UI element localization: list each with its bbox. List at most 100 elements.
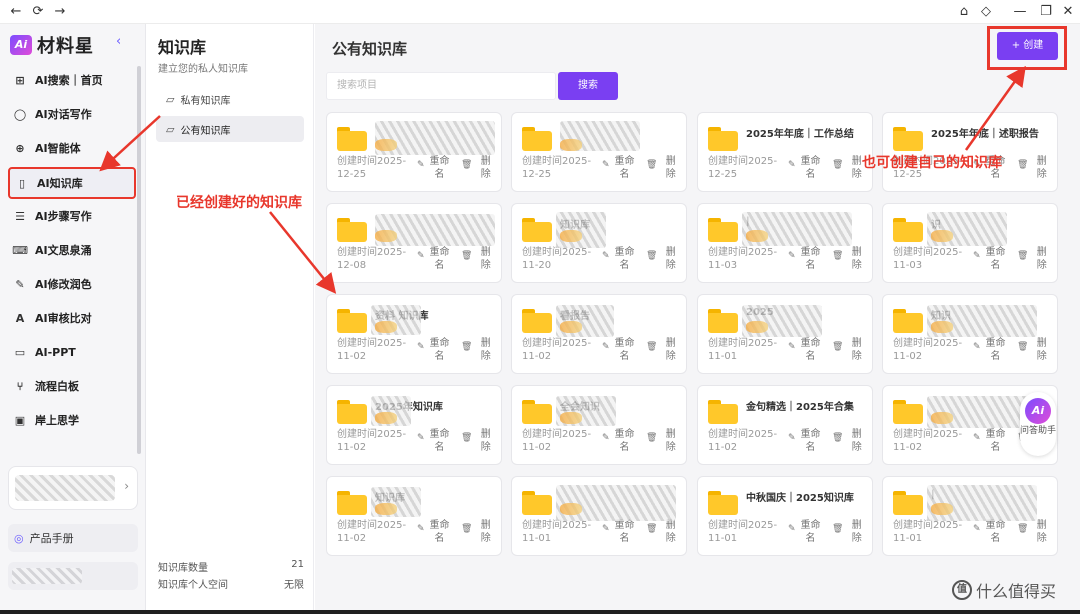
- delete-button[interactable]: 🗑删除: [461, 155, 495, 181]
- delete-button[interactable]: 🗑删除: [461, 337, 495, 363]
- rename-button[interactable]: ✎ 重命名: [973, 246, 1015, 272]
- delete-button[interactable]: 🗑删除: [832, 337, 866, 363]
- rename-button[interactable]: ✎ 重命名: [602, 428, 644, 454]
- delete-button[interactable]: 🗑删除: [832, 519, 866, 545]
- kb-card[interactable]: 2025创建时间2025-11-01✎重命名🗑删除: [697, 294, 873, 374]
- kb-item-private[interactable]: ▱ 私有知识库: [156, 86, 304, 112]
- rename-button[interactable]: ✎ 重命名: [417, 519, 459, 545]
- product-manual-button[interactable]: ◎ 产品手册: [8, 524, 138, 552]
- kb-card[interactable]: 识创建时间2025-11-03✎重命名🗑删除: [882, 203, 1058, 283]
- rename-button[interactable]: ✎ 重命名: [973, 337, 1015, 363]
- kb-card[interactable]: 知识创建时间2025-11-02✎重命名🗑删除: [882, 294, 1058, 374]
- account-bar[interactable]: [8, 562, 138, 590]
- kb-card[interactable]: 2025年知识库创建时间2025-11-02✎重命名🗑删除: [326, 385, 502, 465]
- trash-icon: 🗑: [1017, 524, 1029, 534]
- user-card[interactable]: ›: [8, 466, 138, 510]
- search-input[interactable]: 搜索项目: [326, 72, 556, 100]
- rename-button[interactable]: ✎ 重命名: [788, 519, 830, 545]
- kb-card[interactable]: 创建时间2025-12-25 ✎ 重命名 🗑 删除: [511, 112, 687, 192]
- delete-button[interactable]: 🗑删除: [461, 246, 495, 272]
- close-icon[interactable]: ✕: [1058, 2, 1078, 22]
- delete-button[interactable]: 🗑删除: [646, 246, 680, 272]
- delete-button[interactable]: 🗑删除: [461, 519, 495, 545]
- kb-card[interactable]: 创建时间2025-11-01 ✎ 重命名 🗑 删除: [511, 476, 687, 556]
- rename-button[interactable]: ✎ 重命名: [788, 337, 830, 363]
- delete-button[interactable]: 🗑删除: [1017, 155, 1051, 181]
- qa-assistant-button[interactable]: Ai 问答助手: [1020, 392, 1056, 456]
- search-button[interactable]: 搜索: [558, 72, 618, 100]
- rename-button[interactable]: ✎ 重命名: [973, 519, 1015, 545]
- create-button[interactable]: + 创建: [997, 32, 1058, 60]
- delete-label: 删除: [665, 520, 676, 544]
- sidebar-item-ai-steps[interactable]: ☰ AI步骤写作: [8, 202, 136, 230]
- delete-button[interactable]: 🗑删除: [646, 155, 680, 181]
- sidebar-item-ai-polish[interactable]: ✎ AI修改润色: [8, 270, 136, 298]
- back-icon[interactable]: ←: [6, 2, 26, 22]
- rename-button[interactable]: ✎ 重命名: [602, 519, 644, 545]
- sidebar-item-ai-ppt[interactable]: ▭ AI-PPT: [8, 338, 136, 366]
- delete-button[interactable]: 🗑删除: [832, 246, 866, 272]
- redacted-smudge: [375, 321, 397, 333]
- sidebar-item-flow-board[interactable]: ⑂ 流程白板: [8, 372, 136, 400]
- forward-icon[interactable]: →: [50, 2, 70, 22]
- watermark: 值什么值得买: [952, 578, 1056, 602]
- collapse-icon[interactable]: ‹: [116, 34, 121, 49]
- kb-card[interactable]: 看报告创建时间2025-11-02✎重命名🗑删除: [511, 294, 687, 374]
- rename-button[interactable]: ✎ 重命名: [973, 428, 1015, 454]
- delete-button[interactable]: 🗑删除: [1017, 246, 1051, 272]
- rename-button[interactable]: ✎ 重命名: [602, 337, 644, 363]
- kb-card-title: 2025年年底｜述职报告: [931, 129, 1039, 140]
- delete-button[interactable]: 🗑删除: [1017, 519, 1051, 545]
- rename-button[interactable]: ✎ 重命名: [417, 246, 459, 272]
- kb-card[interactable]: 知识库创建时间2025-11-20✎重命名🗑删除: [511, 203, 687, 283]
- rename-button[interactable]: ✎ 重命名: [417, 155, 459, 181]
- kb-card[interactable]: 2025年年底｜工作总结 创建时间2025-12-25 ✎ 重命名 🗑 删除: [697, 112, 873, 192]
- rename-button[interactable]: ✎ 重命名: [602, 246, 644, 272]
- pin-icon[interactable]: ◇: [976, 2, 996, 22]
- delete-button[interactable]: 🗑删除: [646, 519, 680, 545]
- rename-button[interactable]: ✎ 重命名: [788, 246, 830, 272]
- delete-button[interactable]: 🗑删除: [832, 428, 866, 454]
- sidebar-item-ai-inspire[interactable]: ⌨ AI文思泉涌: [8, 236, 136, 264]
- kb-card[interactable]: |创建时间2025-11-03✎重命名🗑删除: [697, 203, 873, 283]
- maximize-icon[interactable]: ❐: [1036, 2, 1056, 22]
- delete-button[interactable]: 🗑删除: [646, 337, 680, 363]
- video-icon: ▣: [14, 413, 26, 427]
- refresh-icon[interactable]: ⟳: [28, 2, 48, 22]
- edit-icon: ✎: [788, 524, 796, 534]
- kb-card[interactable]: 知识库创建时间2025-11-02✎重命名🗑删除: [326, 476, 502, 556]
- kb-card[interactable]: 全会知识创建时间2025-11-02✎重命名🗑删除: [511, 385, 687, 465]
- sidebar-item-ai-agent[interactable]: ⊕ AI智能体: [8, 134, 136, 162]
- logo[interactable]: Ai 材料星: [10, 34, 94, 57]
- kb-item-public[interactable]: ▱ 公有知识库: [156, 116, 304, 142]
- kb-card[interactable]: 金句精选｜2025年合集 创建时间2025-11-02 ✎ 重命名 🗑 删除: [697, 385, 873, 465]
- kb-card[interactable]: 中秋国庆｜2025知识库 创建时间2025-11-01 ✎ 重命名 🗑 删除: [697, 476, 873, 556]
- sidebar-item-ai-review[interactable]: A AI审核比对: [8, 304, 136, 332]
- rename-button[interactable]: ✎ 重命名: [417, 428, 459, 454]
- rename-button[interactable]: ✎ 重命名: [788, 155, 830, 181]
- sidebar-scrollbar[interactable]: [137, 66, 141, 454]
- redacted-smudge: [375, 503, 397, 515]
- delete-button[interactable]: 🗑删除: [832, 155, 866, 181]
- sidebar-item-ai-knowledge[interactable]: ▯ AI知识库: [8, 167, 136, 199]
- delete-button[interactable]: 🗑删除: [461, 428, 495, 454]
- kb-card[interactable]: 创建时间2025-12-08 ✎ 重命名 🗑 删除: [326, 203, 502, 283]
- folder-icon: [522, 127, 552, 151]
- rename-button[interactable]: ✎ 重命名: [788, 428, 830, 454]
- kb-card[interactable]: 资料 知识库创建时间2025-11-02✎重命名🗑删除: [326, 294, 502, 374]
- kb-card[interactable]: 创建时间2025-12-25 ✎ 重命名 🗑 删除: [326, 112, 502, 192]
- delete-button[interactable]: 🗑删除: [646, 428, 680, 454]
- rename-button[interactable]: ✎ 重命名: [602, 155, 644, 181]
- kb-card[interactable]: |创建时间2025-11-01✎重命名🗑删除: [882, 476, 1058, 556]
- sidebar-item-ai-search[interactable]: ⊞ AI搜索｜首页: [8, 66, 136, 94]
- sidebar-item-shore-study[interactable]: ▣ 岸上思学: [8, 406, 136, 434]
- sidebar-item-ai-chat[interactable]: ◯ AI对话写作: [8, 100, 136, 128]
- rename-button[interactable]: ✎ 重命名: [417, 337, 459, 363]
- folder-icon: [893, 127, 923, 151]
- delete-button[interactable]: 🗑删除: [1017, 337, 1051, 363]
- minimize-icon[interactable]: —: [1010, 2, 1030, 22]
- kb-card-date: 创建时间2025-12-25: [337, 156, 407, 180]
- trash-icon: 🗑: [461, 160, 473, 170]
- home-icon[interactable]: ⌂: [954, 2, 974, 22]
- rename-label: 重命名: [800, 429, 821, 453]
